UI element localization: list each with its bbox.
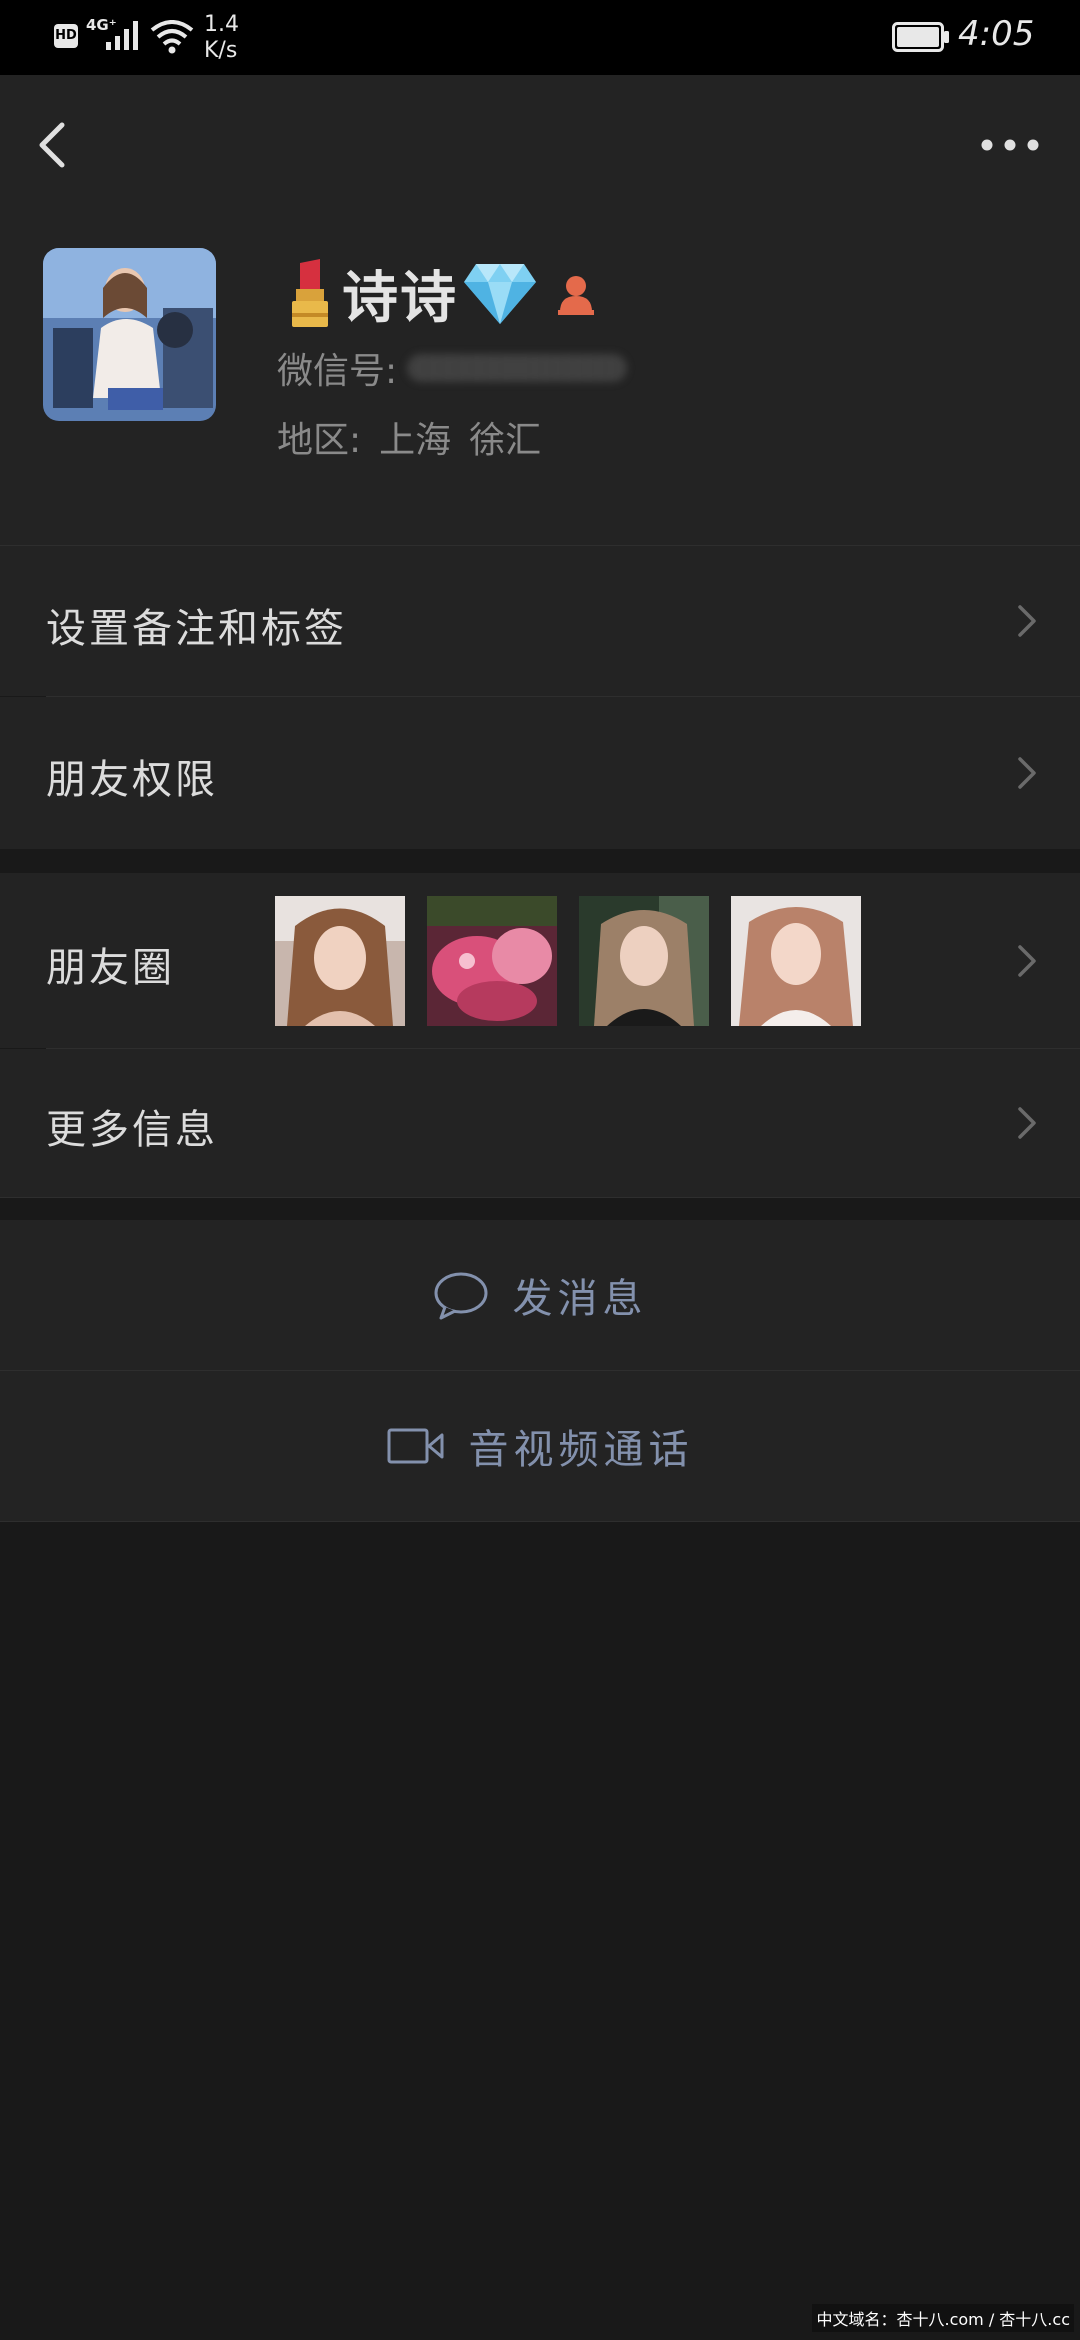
video-call-label: 音视频通话 (468, 1427, 694, 1473)
more-options-button[interactable] (970, 115, 1050, 175)
top-nav-bar (0, 75, 1080, 205)
region-district: 徐汇 (469, 420, 542, 461)
wifi-icon (150, 20, 194, 54)
moments-photo (427, 896, 557, 1026)
chevron-right-icon (1018, 757, 1036, 789)
more-info-item[interactable]: 更多信息 (0, 1049, 1080, 1197)
chevron-right-icon (1018, 605, 1036, 637)
network-speed-unit: K/s (204, 38, 238, 63)
friend-permissions-label: 朋友权限 (46, 757, 218, 803)
network-speed-value: 1.4 (204, 12, 239, 37)
moments-thumbnail (579, 896, 709, 1026)
hd-icon: HD (54, 24, 78, 48)
region-label: 地区: (277, 420, 362, 461)
send-message-button[interactable]: 发消息 (0, 1220, 1080, 1370)
chevron-left-icon (39, 122, 65, 168)
nickname: 诗诗 (342, 265, 458, 331)
set-remark-tags-item[interactable]: 设置备注和标签 (0, 546, 1080, 696)
more-info-label: 更多信息 (46, 1107, 218, 1153)
moments-item[interactable]: 朋友圈 (0, 873, 1080, 1048)
wechat-id-row: 微信号: (277, 343, 628, 393)
moments-thumbnail (275, 896, 405, 1026)
network-speed: 1.4 K/s (204, 12, 264, 64)
gender-female-icon (558, 276, 594, 315)
diamond-icon (464, 264, 536, 324)
moments-thumbnail (731, 896, 861, 1026)
moments-photo (275, 896, 405, 1026)
watermark: 中文域名：杏十八.com / 杏十八.cc (812, 2304, 1074, 2332)
moments-label: 朋友圈 (46, 945, 175, 991)
friend-permissions-item[interactable]: 朋友权限 (0, 697, 1080, 849)
chevron-right-icon (1018, 1107, 1036, 1139)
nickname-row: 诗诗 (282, 253, 600, 333)
chevron-right-icon (1018, 945, 1036, 977)
set-remark-tags-label: 设置备注和标签 (46, 606, 347, 652)
video-call-button[interactable]: 音视频通话 (0, 1371, 1080, 1521)
more-dots-icon (981, 139, 1039, 151)
region-province: 上海 (379, 420, 452, 461)
clock-time: 4:05 (958, 14, 1035, 54)
profile-header: 诗诗 微信号: 地区: 上海 徐汇 (0, 205, 1080, 545)
wechat-id-redacted (407, 354, 628, 382)
divider (0, 1521, 1080, 1522)
moments-photo (731, 896, 861, 1026)
send-message-label: 发消息 (512, 1276, 648, 1322)
region-row: 地区: 上海 徐汇 (277, 412, 559, 462)
signal-icon (106, 21, 138, 50)
back-button[interactable] (30, 115, 80, 175)
lipstick-icon (292, 259, 328, 327)
moments-thumbnails (275, 896, 861, 1026)
moments-photo (579, 896, 709, 1026)
battery-icon (892, 22, 949, 52)
divider (0, 1197, 1080, 1198)
video-camera-icon (387, 1428, 443, 1464)
avatar-photo (43, 248, 216, 421)
moments-thumbnail (427, 896, 557, 1026)
status-bar: HD 4G⁺ 1.4 K/s 4:05 (0, 0, 1080, 75)
chat-bubble-icon (434, 1272, 487, 1320)
wechat-id-label: 微信号: (277, 351, 398, 392)
avatar[interactable] (43, 248, 216, 421)
